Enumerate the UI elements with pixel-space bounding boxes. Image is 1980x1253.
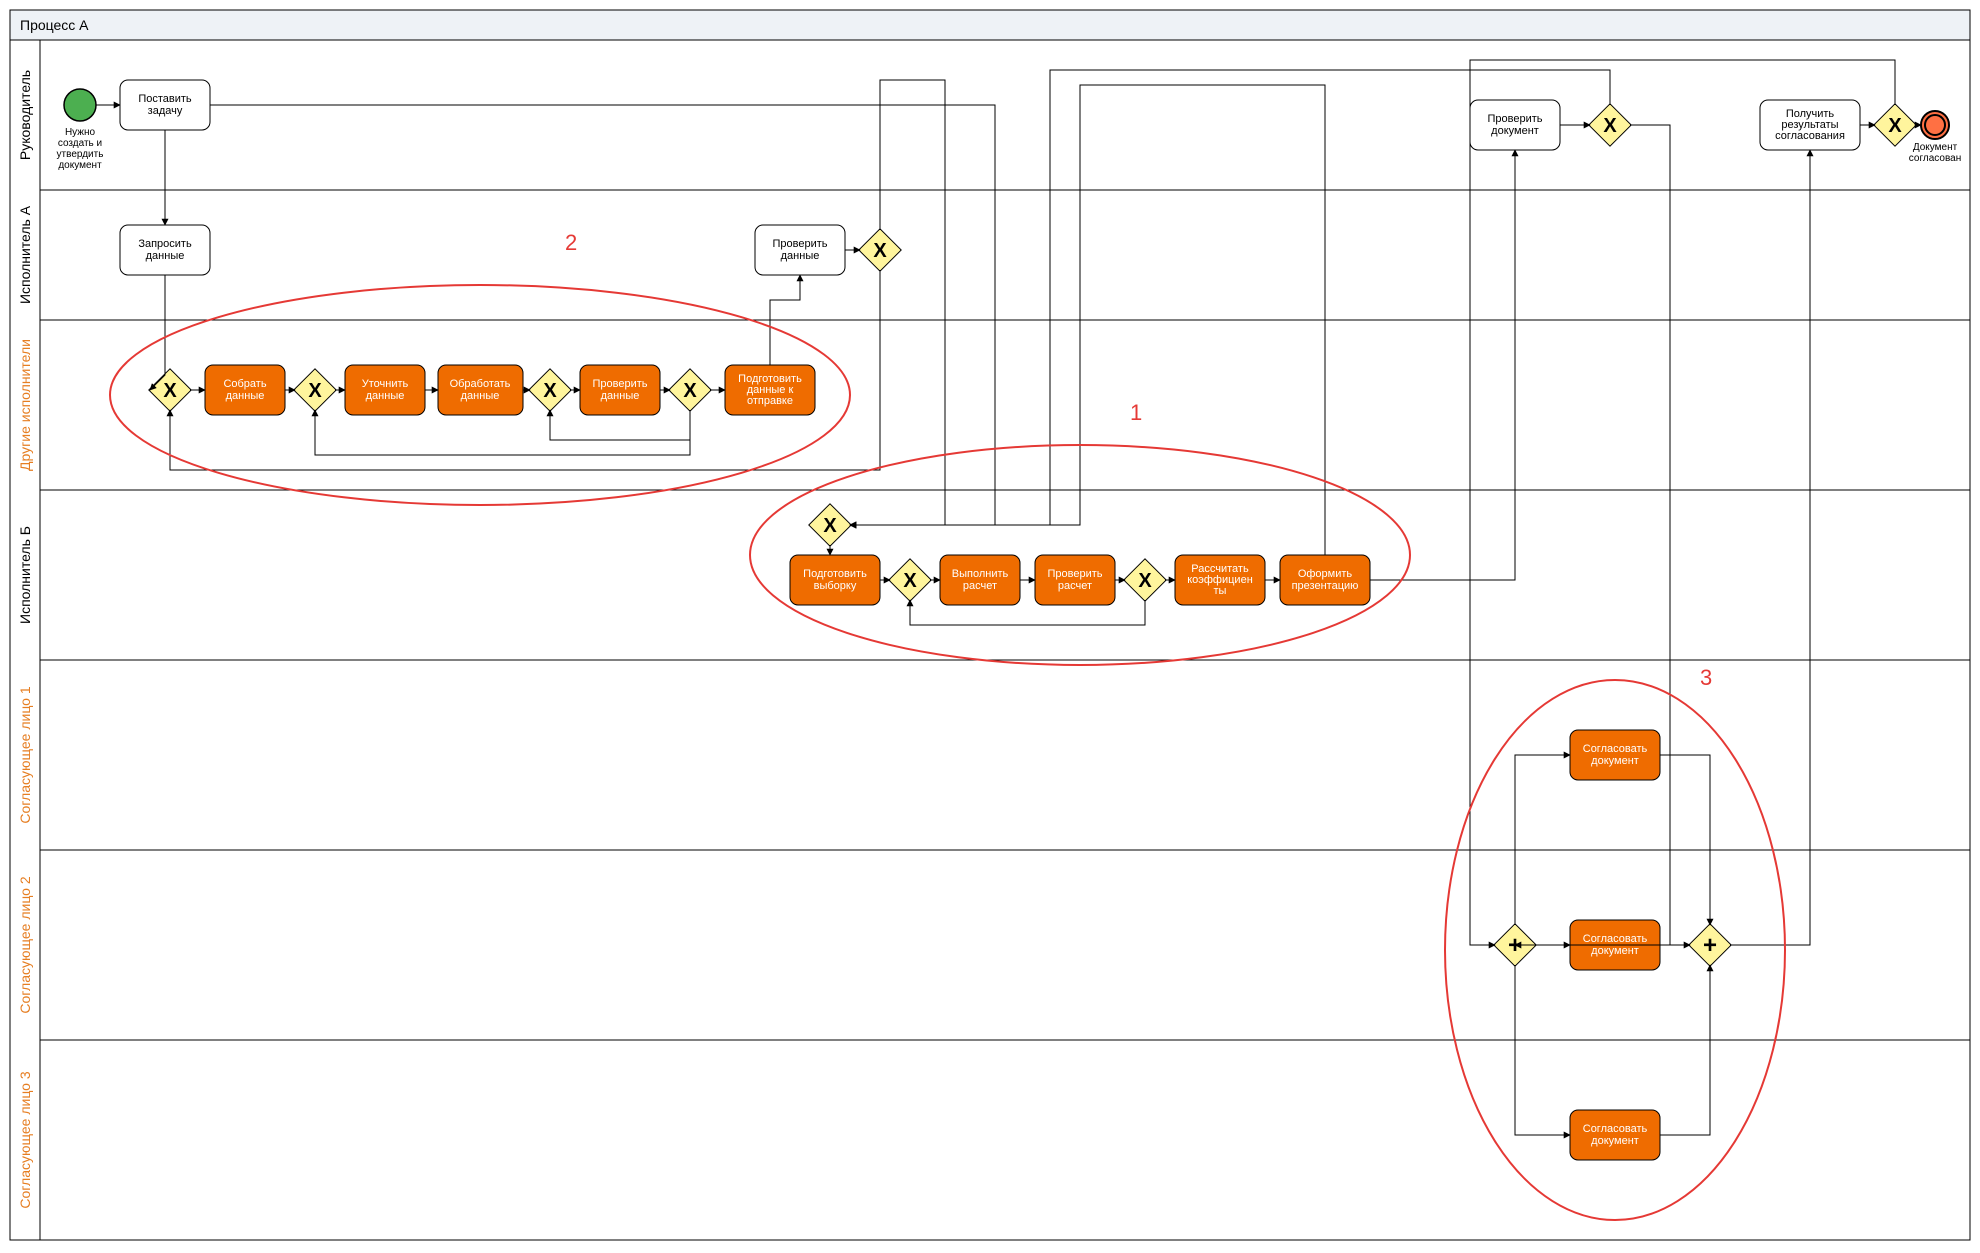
gateway-verify-in: X [529, 369, 571, 411]
lane-label-1: Руководитель [17, 70, 33, 160]
svg-text:X: X [543, 380, 557, 402]
svg-text:X: X [823, 515, 837, 537]
gateway-collect-in: X [149, 369, 191, 411]
annotation-2: 2 [565, 230, 577, 255]
start-event [64, 89, 96, 121]
lane-label-4: Исполнитель Б [17, 526, 33, 624]
lane-label-2: Исполнитель А [17, 205, 33, 304]
gateway-after-check-data-a: X [859, 229, 901, 271]
svg-text:X: X [308, 380, 322, 402]
svg-text:X: X [1888, 115, 1902, 137]
svg-text:Согласоватьдокумент: Согласоватьдокумент [1583, 1123, 1648, 1147]
gateway-calc-in: X [889, 559, 931, 601]
lane-label-7: Согласующее лицо 3 [17, 1071, 33, 1209]
annotation-1: 1 [1130, 400, 1142, 425]
lanes: Руководитель Исполнитель А Другие исполн… [10, 40, 1970, 1240]
svg-text:Оформитьпрезентацию: Оформитьпрезентацию [1292, 568, 1359, 592]
end-event-label: Документсогласован [1909, 142, 1961, 164]
svg-text:+: + [1703, 932, 1717, 959]
svg-text:X: X [1138, 570, 1152, 592]
lane-label-3: Другие исполнители [17, 339, 33, 471]
bpmn-diagram: Процесс А Руководитель Исполнитель А Дру… [0, 0, 1980, 1253]
svg-text:X: X [873, 240, 887, 262]
gateway-after-check-doc: X [1589, 104, 1631, 146]
gateway-clarify-in: X [294, 369, 336, 411]
annotation-3: 3 [1700, 665, 1712, 690]
svg-text:X: X [1603, 115, 1617, 137]
svg-text:Запроситьданные: Запроситьданные [138, 238, 192, 262]
gateway-parallel-join: + [1689, 924, 1731, 966]
svg-text:Уточнитьданные: Уточнитьданные [362, 378, 409, 402]
svg-text:Согласоватьдокумент: Согласоватьдокумент [1583, 743, 1648, 767]
gateway-end: X [1874, 104, 1916, 146]
svg-text:Проверитьдокумент: Проверитьдокумент [1487, 113, 1542, 137]
gateway-verify-out: X [669, 369, 711, 411]
lane-label-6: Согласующее лицо 2 [17, 876, 33, 1014]
lane-label-5: Согласующее лицо 1 [17, 686, 33, 824]
gateway-sample-in: X [809, 504, 851, 546]
svg-text:X: X [683, 380, 697, 402]
svg-text:Подготовитьданные котправке: Подготовитьданные котправке [738, 373, 802, 407]
svg-text:X: X [903, 570, 917, 592]
svg-text:Собратьданные: Собратьданные [223, 378, 266, 402]
gateway-calc-out: X [1124, 559, 1166, 601]
start-event-label: Нужносоздать иутвердитьдокумент [57, 127, 104, 171]
pool-title: Процесс А [20, 17, 89, 33]
svg-text:X: X [163, 380, 177, 402]
